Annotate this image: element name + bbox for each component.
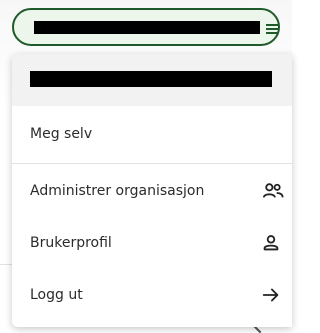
menu-item-label: Administrer organisasjon	[30, 183, 205, 199]
group-icon	[262, 183, 284, 198]
person-icon	[263, 235, 279, 251]
user-name-redacted	[30, 71, 272, 87]
arrow-right-icon	[262, 288, 279, 302]
menu-item-label: Logg ut	[30, 287, 83, 303]
menu-item-logg-ut[interactable]: Logg ut	[12, 269, 292, 321]
menu-item-administrer-organisasjon[interactable]: Administrer organisasjon	[12, 165, 292, 217]
menu-divider	[12, 163, 292, 164]
account-menu-button[interactable]	[12, 8, 280, 46]
menu-item-label: Brukerprofil	[30, 235, 112, 251]
menu-item-label: Meg selv	[30, 126, 93, 142]
account-dropdown-menu: Meg selv Administrer organisasjon Bruker…	[12, 54, 292, 327]
dropdown-header	[12, 54, 292, 106]
hamburger-menu-icon	[266, 24, 278, 34]
menu-item-brukerprofil[interactable]: Brukerprofil	[12, 217, 292, 269]
account-name-redacted	[34, 21, 260, 34]
menu-item-meg-selv[interactable]: Meg selv	[12, 108, 292, 160]
